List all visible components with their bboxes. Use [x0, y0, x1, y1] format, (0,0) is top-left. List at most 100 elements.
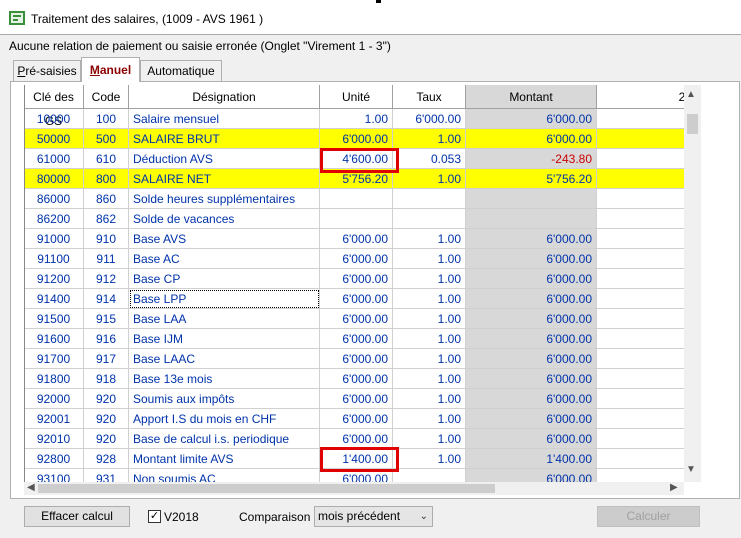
- cell-code[interactable]: 917: [84, 349, 129, 369]
- cell-designation[interactable]: Montant limite AVS: [129, 449, 320, 469]
- cell-unit[interactable]: 6'000.00: [320, 249, 393, 269]
- cell-period[interactable]: [597, 369, 684, 389]
- cell-key[interactable]: 91000: [24, 229, 84, 249]
- cell-designation[interactable]: Base IJM: [129, 329, 320, 349]
- header-amount[interactable]: Montant: [466, 85, 597, 109]
- table-row[interactable]: 50000 500 SALAIRE BRUT 6'000.00 1.00 6'000.00: [24, 129, 684, 149]
- cell-code[interactable]: 862: [84, 209, 129, 229]
- cell-taux[interactable]: [393, 469, 466, 482]
- cell-period[interactable]: [597, 169, 684, 189]
- header-designation[interactable]: Désignation: [129, 85, 320, 109]
- cell-key[interactable]: 93100: [24, 469, 84, 482]
- cell-key[interactable]: 92010: [24, 429, 84, 449]
- cell-key[interactable]: 91100: [24, 249, 84, 269]
- cell-code[interactable]: 500: [84, 129, 129, 149]
- cell-period[interactable]: [597, 149, 684, 169]
- scroll-down-icon[interactable]: ▼: [686, 464, 696, 475]
- cell-unit[interactable]: 6'000.00: [320, 429, 393, 449]
- table-row[interactable]: 91100 911 Base AC 6'000.00 1.00 6'000.00: [24, 249, 684, 269]
- table-row[interactable]: 92001 920 Apport I.S du mois en CHF 6'000.0…: [24, 409, 684, 429]
- cell-code[interactable]: 920: [84, 409, 129, 429]
- cell-key[interactable]: 91400: [24, 289, 84, 309]
- cell-designation[interactable]: Base LAA: [129, 309, 320, 329]
- cell-period[interactable]: [597, 129, 684, 149]
- cell-taux[interactable]: 1.00: [393, 169, 466, 189]
- cell-designation[interactable]: Base AVS: [129, 229, 320, 249]
- cell-amount[interactable]: 6'000.00: [466, 429, 597, 449]
- table-row[interactable]: 91000 910 Base AVS 6'000.00 1.00 6'000.00: [24, 229, 684, 249]
- header-key[interactable]: Clé des GS: [24, 85, 84, 128]
- cell-designation[interactable]: SALAIRE BRUT: [129, 129, 320, 149]
- scroll-left-icon[interactable]: ◀: [27, 482, 35, 493]
- cell-code[interactable]: 912: [84, 269, 129, 289]
- cell-key[interactable]: 92001: [24, 409, 84, 429]
- cell-amount[interactable]: 6'000.00: [466, 129, 597, 149]
- vertical-scroll-thumb[interactable]: [687, 114, 698, 134]
- table-row[interactable]: 10000 100 Salaire mensuel 1.00 6'000.00 6'000…: [24, 109, 684, 129]
- table-row[interactable]: 92010 920 Base de calcul i.s. periodique 6'…: [24, 429, 684, 449]
- cell-period[interactable]: [597, 349, 684, 369]
- cell-period[interactable]: [597, 229, 684, 249]
- cell-period[interactable]: [597, 409, 684, 429]
- comparison-select[interactable]: mois précédent ⌄: [314, 506, 433, 527]
- cell-amount[interactable]: 6'000.00: [466, 309, 597, 329]
- cell-taux[interactable]: 1.00: [393, 409, 466, 429]
- cell-amount[interactable]: 6'000.00: [466, 469, 597, 482]
- cell-code[interactable]: 916: [84, 329, 129, 349]
- table-row[interactable]: 86000 860 Solde heures supplémentaires: [24, 189, 684, 209]
- table-row[interactable]: 91200 912 Base CP 6'000.00 1.00 6'000.00: [24, 269, 684, 289]
- v2018-checkbox[interactable]: ✓: [148, 510, 161, 523]
- cell-taux[interactable]: 1.00: [393, 369, 466, 389]
- cell-taux[interactable]: 1.00: [393, 449, 466, 469]
- header-unit[interactable]: Unité: [320, 85, 393, 109]
- cell-key[interactable]: 86200: [24, 209, 84, 229]
- cell-designation[interactable]: Base CP: [129, 269, 320, 289]
- tab-pre-saisies[interactable]: Pré-saisies: [13, 60, 81, 81]
- cell-code[interactable]: 910: [84, 229, 129, 249]
- cell-code[interactable]: 928: [84, 449, 129, 469]
- cell-amount[interactable]: 1'400.00: [466, 449, 597, 469]
- cell-unit[interactable]: 6'000.00: [320, 329, 393, 349]
- cell-code[interactable]: 920: [84, 389, 129, 409]
- cell-code[interactable]: 800: [84, 169, 129, 189]
- cell-designation[interactable]: Base de calcul i.s. periodique: [129, 429, 320, 449]
- cell-code[interactable]: 915: [84, 309, 129, 329]
- cell-designation[interactable]: Soumis aux impôts: [129, 389, 320, 409]
- cell-unit[interactable]: 6'000.00: [320, 309, 393, 329]
- vertical-scrollbar[interactable]: [684, 85, 701, 482]
- cell-period[interactable]: [597, 469, 684, 482]
- cell-period[interactable]: [597, 269, 684, 289]
- cell-key[interactable]: 92000: [24, 389, 84, 409]
- cell-code[interactable]: 911: [84, 249, 129, 269]
- cell-amount[interactable]: 6'000.00: [466, 389, 597, 409]
- cell-designation[interactable]: Base 13e mois: [129, 369, 320, 389]
- cell-period[interactable]: [597, 389, 684, 409]
- cell-amount[interactable]: 6'000.00: [466, 349, 597, 369]
- cell-period[interactable]: [597, 249, 684, 269]
- table-row[interactable]: 91400 914 Base LPP 6'000.00 1.00 6'000.00: [24, 289, 684, 309]
- cell-designation[interactable]: Solde heures supplémentaires: [129, 189, 320, 209]
- cell-code[interactable]: 610: [84, 149, 129, 169]
- clear-calculation-button[interactable]: Effacer calcul: [24, 506, 130, 527]
- cell-period[interactable]: [597, 449, 684, 469]
- cell-code[interactable]: 931: [84, 469, 129, 482]
- table-row[interactable]: 86200 862 Solde de vacances: [24, 209, 684, 229]
- header-taux[interactable]: Taux: [393, 85, 466, 109]
- cell-designation[interactable]: SALAIRE NET: [129, 169, 320, 189]
- cell-unit[interactable]: 6'000.00: [320, 349, 393, 369]
- cell-taux[interactable]: 1.00: [393, 429, 466, 449]
- cell-code[interactable]: 914: [84, 289, 129, 309]
- cell-designation[interactable]: Base LPP: [129, 289, 320, 309]
- cell-taux[interactable]: 0.053: [393, 149, 466, 169]
- salary-grid[interactable]: Clé des GS Code Désignation Unité Taux M…: [24, 85, 684, 482]
- cell-key[interactable]: 91200: [24, 269, 84, 289]
- cell-key[interactable]: 91500: [24, 309, 84, 329]
- tab-manuel[interactable]: Manuel: [81, 57, 140, 82]
- cell-period[interactable]: [597, 109, 684, 129]
- table-row[interactable]: 92000 920 Soumis aux impôts 6'000.00 1.00 6'0…: [24, 389, 684, 409]
- scroll-up-icon[interactable]: ▲: [686, 89, 696, 100]
- cell-taux[interactable]: 1.00: [393, 329, 466, 349]
- cell-taux[interactable]: 1.00: [393, 389, 466, 409]
- cell-taux[interactable]: 1.00: [393, 269, 466, 289]
- cell-code[interactable]: 100: [84, 109, 129, 129]
